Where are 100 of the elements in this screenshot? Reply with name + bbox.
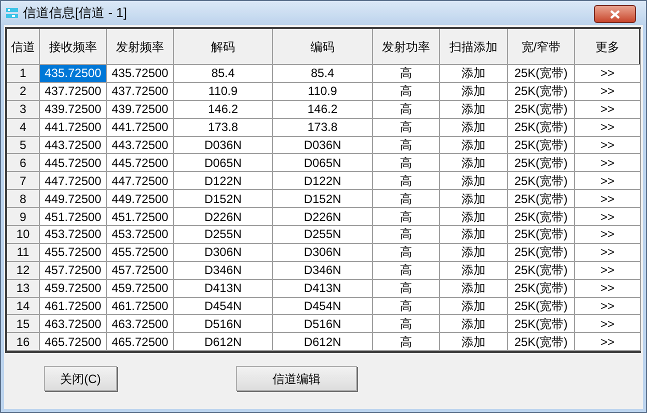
close-dialog-button[interactable]: 关闭(C) — [44, 366, 117, 392]
table-cell: 457.72500 — [40, 262, 107, 280]
table-cell: 添加 — [440, 100, 508, 119]
table-cell: D122N — [273, 172, 373, 190]
table-cell: >> — [575, 118, 641, 137]
table-cell: 添加 — [440, 244, 508, 262]
table-cell: >> — [575, 172, 641, 190]
table-cell: 高 — [373, 280, 440, 298]
row-header: 15 — [7, 315, 40, 334]
table-cell: 451.72500 — [40, 208, 107, 226]
table-cell: 25K(宽带) — [508, 208, 575, 226]
table-cell: 465.72500 — [40, 333, 107, 352]
table-cell: 445.72500 — [107, 154, 174, 172]
table-cell: D036N — [174, 136, 273, 154]
table-cell: 添加 — [440, 315, 508, 334]
channel-edit-button[interactable]: 信道编辑 — [236, 366, 357, 392]
table-cell: 高 — [373, 244, 440, 262]
table-cell: 高 — [373, 298, 440, 316]
table-cell: 高 — [373, 100, 440, 119]
table-cell: 25K(宽带) — [508, 190, 575, 208]
table-cell: D306N — [273, 244, 373, 262]
row-header: 1 — [7, 65, 40, 83]
table-cell: 437.72500 — [40, 82, 107, 101]
table-cell: 添加 — [440, 298, 508, 316]
table-cell: >> — [575, 315, 641, 334]
app-icon — [5, 6, 19, 20]
table-cell: 25K(宽带) — [508, 65, 575, 83]
table-cell: 463.72500 — [40, 315, 107, 334]
table-cell: 173.8 — [174, 118, 273, 137]
table-cell: 146.2 — [273, 100, 373, 119]
table-cell: 25K(宽带) — [508, 226, 575, 244]
table-cell: 25K(宽带) — [508, 298, 575, 316]
table-cell: 443.72500 — [107, 136, 174, 154]
table-cell: 高 — [373, 208, 440, 226]
row-header: 4 — [7, 118, 40, 137]
table-cell: D065N — [174, 154, 273, 172]
table-cell: 添加 — [440, 82, 508, 101]
table-cell: 高 — [373, 82, 440, 101]
table-cell: 25K(宽带) — [508, 315, 575, 334]
table-cell: D454N — [273, 298, 373, 316]
table-cell: D036N — [273, 136, 373, 154]
table-cell: 441.72500 — [107, 118, 174, 137]
table-cell: D226N — [273, 208, 373, 226]
table-cell: 85.4 — [273, 65, 373, 83]
table-cell: 添加 — [440, 226, 508, 244]
table-cell: 85.4 — [174, 65, 273, 83]
table-cell: 高 — [373, 154, 440, 172]
table-cell: 437.72500 — [107, 82, 174, 101]
table-cell: 高 — [373, 118, 440, 137]
table-cell: 457.72500 — [107, 262, 174, 280]
table-cell: 455.72500 — [107, 244, 174, 262]
table-cell: 高 — [373, 172, 440, 190]
table-cell: D516N — [273, 315, 373, 334]
table-cell: 添加 — [440, 172, 508, 190]
table-cell: 461.72500 — [40, 298, 107, 316]
window-title: 信道信息[信道 - 1] — [23, 4, 128, 22]
table-cell: 435.72500 — [40, 65, 107, 83]
table-cell: 173.8 — [273, 118, 373, 137]
table-cell: D152N — [174, 190, 273, 208]
table-cell: 添加 — [440, 280, 508, 298]
table-cell: 高 — [373, 333, 440, 352]
table-cell: 453.72500 — [40, 226, 107, 244]
table-cell: 465.72500 — [107, 333, 174, 352]
table-cell: D612N — [174, 333, 273, 352]
close-button[interactable] — [594, 5, 636, 23]
table-cell: 439.72500 — [40, 100, 107, 119]
table-cell: D413N — [273, 280, 373, 298]
table-cell: 25K(宽带) — [508, 262, 575, 280]
table-cell: 高 — [373, 136, 440, 154]
table-cell: 439.72500 — [107, 100, 174, 119]
table-cell: 110.9 — [273, 82, 373, 101]
row-header: 5 — [7, 136, 40, 154]
table-cell: 高 — [373, 190, 440, 208]
close-icon — [610, 10, 620, 18]
table-cell: 添加 — [440, 65, 508, 83]
table-cell: D516N — [174, 315, 273, 334]
row-header: 8 — [7, 190, 40, 208]
table-cell: 455.72500 — [40, 244, 107, 262]
table-cell: >> — [575, 226, 641, 244]
row-header: 13 — [7, 280, 40, 298]
table-cell: 449.72500 — [40, 190, 107, 208]
table-cell: 高 — [373, 65, 440, 83]
table-cell: 添加 — [440, 262, 508, 280]
row-header: 3 — [7, 100, 40, 119]
table-cell: 高 — [373, 315, 440, 334]
table-cell: 25K(宽带) — [508, 82, 575, 101]
table-cell: >> — [575, 100, 641, 119]
table-cell: 451.72500 — [107, 208, 174, 226]
table-cell: 459.72500 — [40, 280, 107, 298]
table-cell: >> — [575, 154, 641, 172]
table-cell: 459.72500 — [107, 280, 174, 298]
row-header: 11 — [7, 244, 40, 262]
table-cell: 449.72500 — [107, 190, 174, 208]
table-cell: 25K(宽带) — [508, 172, 575, 190]
table-cell: 25K(宽带) — [508, 118, 575, 137]
row-header: 7 — [7, 172, 40, 190]
row-header: 6 — [7, 154, 40, 172]
table-cell: 25K(宽带) — [508, 244, 575, 262]
row-header: 9 — [7, 208, 40, 226]
table-cell: D255N — [273, 226, 373, 244]
